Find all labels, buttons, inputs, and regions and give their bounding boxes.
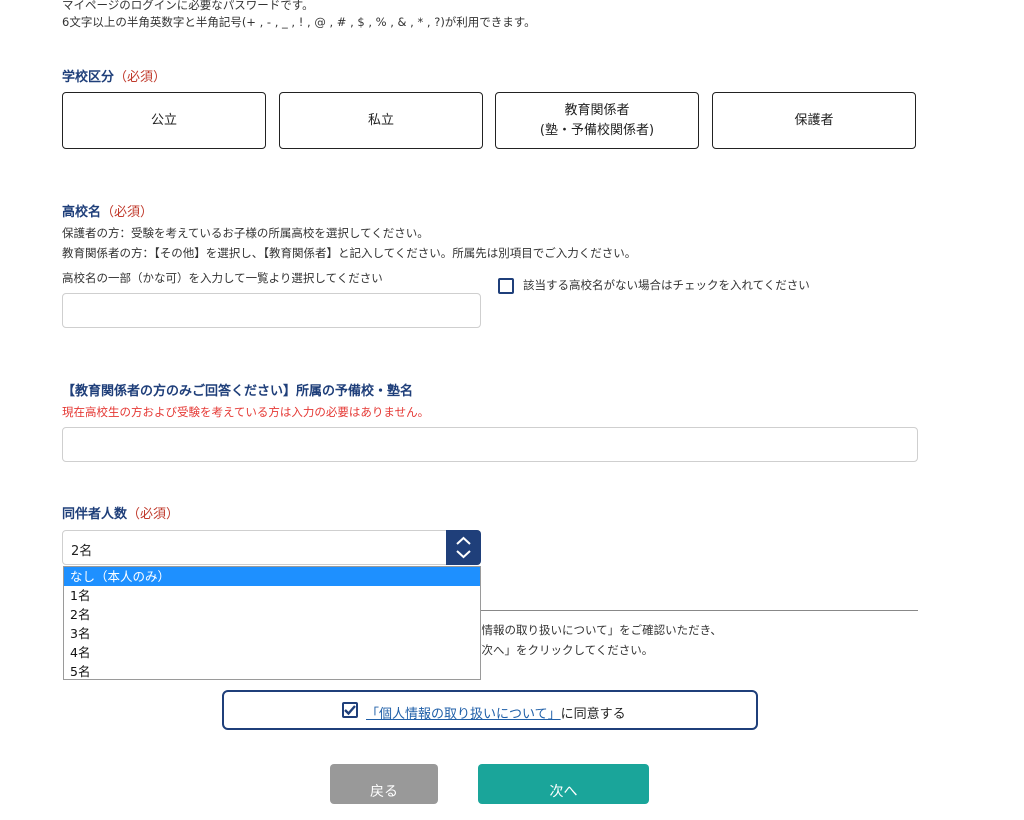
- companions-select[interactable]: 2名: [62, 530, 481, 565]
- school-category-label: 学校区分（必須）: [62, 66, 166, 85]
- next-button[interactable]: 次へ: [478, 764, 649, 804]
- agree-checkbox[interactable]: [342, 702, 358, 718]
- privacy-agree-box[interactable]: 「個人情報の取り扱いについて」に同意する: [222, 690, 758, 730]
- dropdown-option[interactable]: 1名: [64, 586, 480, 605]
- option-sublabel: (塾・予備校関係者): [539, 122, 655, 138]
- prep-school-label: 【教育関係者の方のみご回答ください】所属の予備校・塾名: [62, 384, 414, 399]
- password-note-1: マイページのログインに必要なパスワードです。: [62, 0, 314, 12]
- dropdown-option[interactable]: なし（本人のみ）: [64, 567, 480, 586]
- dropdown-option[interactable]: 4名: [64, 643, 480, 662]
- dropdown-option[interactable]: 2名: [64, 605, 480, 624]
- required-mark: （必須）: [101, 205, 154, 220]
- chevron-up-down-icon: [456, 536, 471, 559]
- school-category-private-button[interactable]: 私立: [279, 92, 483, 149]
- prep-school-input[interactable]: [62, 427, 918, 462]
- required-mark: （必須）: [114, 70, 167, 85]
- school-category-label-text: 学校区分: [62, 70, 115, 85]
- school-category-public-button[interactable]: 公立: [62, 92, 266, 149]
- password-note-2: 6文字以上の半角英数字と半角記号(+ , - , _ , ! , @ , # ,…: [62, 15, 536, 29]
- school-name-label: 高校名（必須）: [62, 201, 153, 220]
- back-button[interactable]: 戻る: [330, 764, 438, 804]
- option-label: 公立: [150, 112, 177, 128]
- select-arrow-icon[interactable]: [446, 530, 481, 565]
- school-name-input[interactable]: [62, 293, 481, 328]
- no-school-checkbox[interactable]: [498, 278, 514, 294]
- school-name-input-hint: 高校名の一部（かな可）を入力して一覧より選択してください: [62, 271, 383, 285]
- dropdown-option[interactable]: 3名: [64, 624, 480, 643]
- prep-school-warning: 現在高校生の方および受験を考えている方は入力の必要はありません。: [62, 405, 430, 419]
- dropdown-option[interactable]: 5名: [64, 662, 480, 681]
- companions-dropdown-list[interactable]: なし（本人のみ） 1名 2名 3名 4名 5名: [63, 566, 481, 680]
- school-category-educator-button[interactable]: 教育関係者 (塾・予備校関係者): [495, 92, 699, 149]
- privacy-text-2: 「次へ」をクリックしてください。: [470, 643, 654, 657]
- option-label: 教育関係者: [564, 102, 630, 118]
- divider: [470, 610, 918, 611]
- agree-suffix: に同意する: [560, 707, 626, 722]
- school-name-note-1: 保護者の方：受験を考えているお子様の所属高校を選択してください。: [62, 226, 429, 240]
- school-category-guardian-button[interactable]: 保護者: [712, 92, 916, 149]
- companions-label: 同伴者人数（必須）: [62, 503, 179, 522]
- option-label: 私立: [367, 112, 394, 128]
- required-mark: （必須）: [127, 507, 180, 522]
- school-name-label-text: 高校名: [62, 205, 102, 220]
- privacy-text-1: 人情報の取り扱いについて」をご確認いただき、: [470, 623, 722, 637]
- check-icon: [344, 705, 356, 716]
- agree-label: 「個人情報の取り扱いについて」に同意する: [366, 703, 626, 722]
- school-name-note-2: 教育関係者の方：【その他】を選択し、【教育関係者】と記入してください。所属先は別…: [62, 246, 637, 260]
- companions-label-text: 同伴者人数: [62, 507, 128, 522]
- companions-selected-value: 2名: [71, 544, 93, 559]
- no-school-checkbox-label: 該当する高校名がない場合はチェックを入れてください: [523, 278, 810, 292]
- option-label: 保護者: [794, 112, 834, 128]
- privacy-policy-link[interactable]: 「個人情報の取り扱いについて」: [366, 707, 561, 722]
